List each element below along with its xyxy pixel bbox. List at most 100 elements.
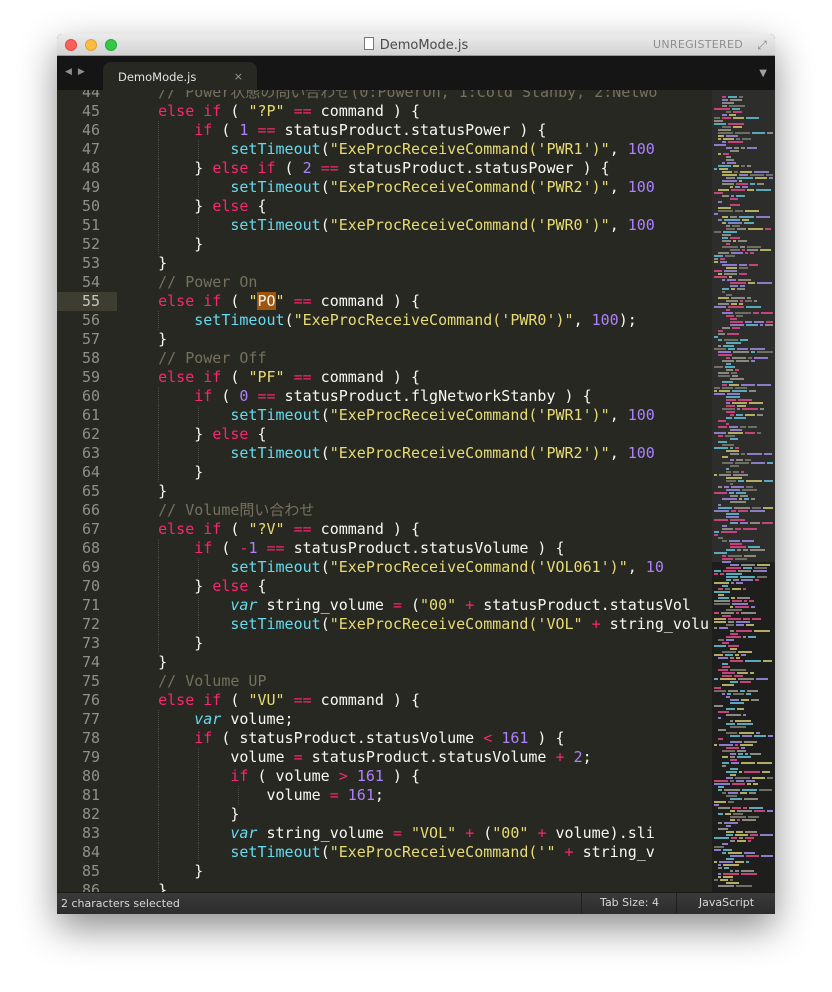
minimap-line bbox=[714, 261, 718, 263]
minimap-line bbox=[754, 357, 768, 359]
code-line[interactable]: if ( -1 == statusProduct.statusVolume ) … bbox=[122, 539, 564, 558]
minimap-line bbox=[722, 171, 732, 173]
code-line[interactable]: volume = 161; bbox=[122, 786, 384, 805]
minimap-line bbox=[718, 189, 729, 191]
code-line[interactable]: else if ( "VU" == command ) { bbox=[122, 691, 420, 710]
code-line[interactable]: if ( statusProduct.statusVolume < 161 ) … bbox=[122, 729, 564, 748]
minimap[interactable] bbox=[712, 90, 775, 892]
code-line[interactable]: setTimeout("ExeProcReceiveCommand('VOL" … bbox=[122, 615, 709, 634]
code-token: else bbox=[212, 425, 249, 443]
indent-guide bbox=[198, 824, 199, 843]
indent-guide bbox=[158, 729, 159, 748]
minimap-line bbox=[718, 669, 728, 671]
nav-back-icon[interactable]: ◀ bbox=[65, 67, 78, 77]
code-line[interactable]: } bbox=[122, 463, 203, 482]
minimap-line bbox=[718, 426, 727, 428]
minimap-line bbox=[738, 651, 752, 653]
minimap-line bbox=[714, 432, 726, 434]
code-line[interactable]: else if ( "?V" == command ) { bbox=[122, 520, 420, 539]
tab-close-icon[interactable]: × bbox=[234, 70, 243, 83]
code-token: statusProduct.statusPower ) { bbox=[275, 121, 547, 139]
code-line[interactable]: } bbox=[122, 634, 203, 653]
minimap-line bbox=[743, 567, 752, 569]
code-line[interactable]: // Power On bbox=[122, 273, 257, 292]
code-line[interactable]: } bbox=[122, 254, 167, 273]
code-line[interactable]: var string_volume = ("00" + statusProduc… bbox=[122, 596, 691, 615]
code-line[interactable]: setTimeout("ExeProcReceiveCommand('PWR2'… bbox=[122, 444, 654, 463]
minimap-line bbox=[733, 351, 749, 353]
status-bar: 2 characters selected Tab Size: 4 JavaSc… bbox=[57, 892, 775, 914]
code-line[interactable]: } bbox=[122, 482, 167, 501]
code-line[interactable]: } bbox=[122, 235, 203, 254]
code-line[interactable]: } bbox=[122, 653, 167, 672]
minimap-line bbox=[714, 393, 725, 395]
minimap-line bbox=[736, 885, 752, 887]
code-line[interactable]: setTimeout("ExeProcReceiveCommand('PWR1'… bbox=[122, 140, 654, 159]
minimap-line bbox=[737, 408, 740, 410]
minimap-line bbox=[714, 366, 723, 368]
code-line[interactable]: setTimeout("ExeProcReceiveCommand('PWR1'… bbox=[122, 406, 654, 425]
code-line[interactable]: // Volume UP bbox=[122, 672, 266, 691]
tab-list-icon[interactable]: ▼ bbox=[759, 68, 767, 79]
fullscreen-icon[interactable]: ⤢ bbox=[755, 38, 769, 52]
code-line[interactable]: } bbox=[122, 881, 167, 892]
minimap-line bbox=[714, 144, 726, 146]
minimap-line bbox=[766, 174, 773, 176]
minimap-line bbox=[742, 819, 756, 821]
minimap-line bbox=[722, 96, 726, 98]
minimap-line bbox=[730, 741, 742, 743]
code-line[interactable]: } else { bbox=[122, 577, 266, 596]
nav-forward-icon[interactable]: ▶ bbox=[78, 67, 91, 77]
code-token: ; bbox=[374, 786, 384, 804]
minimap-line bbox=[730, 543, 742, 545]
code-line[interactable]: var string_volume = "VOL" + ("00" + volu… bbox=[122, 824, 654, 843]
code-line[interactable]: setTimeout("ExeProcReceiveCommand('PWR0'… bbox=[122, 216, 654, 235]
code-line[interactable]: } else if ( 2 == statusProduct.statusPow… bbox=[122, 159, 609, 178]
minimap-line bbox=[730, 630, 734, 632]
code-line[interactable]: if ( 0 == statusProduct.flgNetworkStanby… bbox=[122, 387, 591, 406]
code-line[interactable]: if ( volume > 161 ) { bbox=[122, 767, 420, 786]
code-token: 161 bbox=[347, 786, 375, 804]
minimap-line bbox=[733, 111, 742, 113]
code-token: setTimeout bbox=[230, 140, 321, 158]
code-line[interactable]: else if ( "PO" == command ) { bbox=[122, 292, 420, 311]
minimap-line bbox=[714, 192, 723, 194]
code-line[interactable]: else if ( "?P" == command ) { bbox=[122, 102, 420, 121]
minimap-line bbox=[737, 750, 746, 752]
syntax-button[interactable]: JavaScript bbox=[676, 893, 775, 914]
minimap-line bbox=[754, 567, 767, 569]
code-line[interactable]: if ( 1 == statusProduct.statusPower ) { bbox=[122, 121, 546, 140]
minimap-line bbox=[730, 453, 739, 455]
title-bar[interactable]: DemoMode.js UNREGISTERED ⤢ bbox=[57, 34, 775, 56]
code-token: + bbox=[591, 615, 601, 633]
code-line[interactable]: setTimeout("ExeProcReceiveCommand('PWR2'… bbox=[122, 178, 654, 197]
code-line[interactable]: var volume; bbox=[122, 710, 293, 729]
tab-size-button[interactable]: Tab Size: 4 bbox=[581, 893, 677, 914]
minimap-line bbox=[748, 840, 751, 842]
minimap-line bbox=[730, 816, 746, 818]
code-line[interactable]: volume = statusProduct.statusVolume + 2; bbox=[122, 748, 591, 767]
code-line[interactable]: // Power状態の問い合わせ(0:PowerOn, 1:Cold Stanb… bbox=[122, 90, 657, 102]
code-line[interactable]: } bbox=[122, 805, 239, 824]
code-line[interactable]: } bbox=[122, 862, 203, 881]
code-view[interactable]: // Power状態の問い合わせ(0:PowerOn, 1:Cold Stanb… bbox=[122, 90, 712, 892]
code-line[interactable]: else if ( "PF" == command ) { bbox=[122, 368, 420, 387]
minimap-line bbox=[742, 138, 751, 140]
code-token: setTimeout bbox=[230, 444, 321, 462]
code-line[interactable]: // Volume問い合わせ bbox=[122, 501, 314, 520]
minimap-line bbox=[726, 825, 731, 827]
minimap-line bbox=[714, 510, 729, 512]
minimap-line bbox=[732, 603, 748, 605]
code-line[interactable]: // Power Off bbox=[122, 349, 266, 368]
code-token: else if bbox=[158, 292, 222, 310]
code-line[interactable]: setTimeout("ExeProcReceiveCommand('" + s… bbox=[122, 843, 654, 862]
minimap-line bbox=[714, 255, 723, 257]
code-line[interactable]: } else { bbox=[122, 197, 266, 216]
code-line[interactable]: setTimeout("ExeProcReceiveCommand('PWR0'… bbox=[122, 311, 637, 330]
code-line[interactable]: } bbox=[122, 330, 167, 349]
tab-demomode[interactable]: DemoMode.js × bbox=[103, 62, 257, 90]
code-line[interactable]: } else { bbox=[122, 425, 266, 444]
code-line[interactable]: setTimeout("ExeProcReceiveCommand('VOL06… bbox=[122, 558, 663, 577]
